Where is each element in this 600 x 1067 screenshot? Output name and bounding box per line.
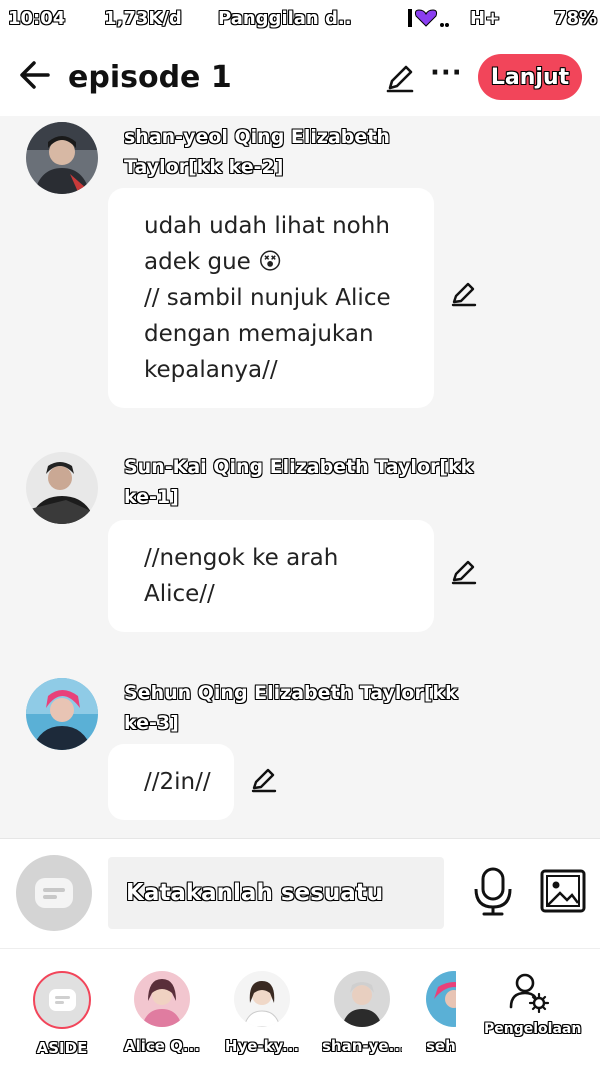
character-label: seh <box>426 1037 456 1055</box>
message-line: dengan memajukan <box>144 321 374 347</box>
more-options-icon[interactable]: ··· <box>430 58 463 88</box>
character-sehun[interactable]: seh <box>426 971 456 1055</box>
microphone-icon[interactable] <box>472 867 514 917</box>
status-bar: 10:04 1,73K/d Panggilan d.. H+ 78% <box>0 0 600 40</box>
page-title: episode 1 <box>68 60 232 95</box>
message-line: adek gue 😵 <box>144 249 283 275</box>
avatar <box>134 971 190 1027</box>
message-bubble[interactable]: //nengok ke arah Alice// <box>108 520 434 632</box>
status-network: H+ <box>470 8 501 29</box>
message-line: //nengok ke arah <box>144 545 339 571</box>
message-bubble[interactable]: udah udah lihat nohh adek gue 😵 // sambi… <box>108 188 434 408</box>
message-line: // sambil nunjuk Alice <box>144 285 391 311</box>
avatar <box>426 971 456 1027</box>
avatar <box>334 971 390 1027</box>
message-bubble[interactable]: //2in// <box>108 744 234 820</box>
user-settings-icon <box>484 971 574 1017</box>
character-strip: ASIDE Alice Q... Hye-ky... shan-ye... se… <box>0 948 600 1067</box>
aside-icon <box>35 878 73 908</box>
avatar[interactable] <box>26 452 98 524</box>
message-line: kepalanya// <box>144 357 278 383</box>
character-label: shan-ye... <box>322 1037 402 1055</box>
status-speed: 1,73K/d <box>104 8 182 29</box>
edit-message-icon[interactable] <box>250 766 278 794</box>
top-bar: episode 1 ··· Lanjut <box>0 40 600 116</box>
avatar[interactable] <box>26 678 98 750</box>
back-arrow-icon[interactable] <box>18 58 52 92</box>
message-line: udah udah lihat nohh <box>144 213 390 239</box>
message-input-bar: Katakanlah sesuatu <box>0 838 600 948</box>
message-line: Alice// <box>144 581 215 607</box>
character-aside[interactable]: ASIDE <box>22 971 102 1057</box>
character-name: Sehun Qing Elizabeth Taylor[kk ke-3] <box>124 682 458 734</box>
continue-button[interactable]: Lanjut <box>478 54 582 100</box>
character-label: Alice Q... <box>123 1037 201 1055</box>
status-time: 10:04 <box>8 8 66 29</box>
avatar <box>234 971 290 1027</box>
aside-icon <box>33 971 91 1029</box>
character-shan-yeol[interactable]: shan-ye... <box>322 971 402 1055</box>
character-label: Hye-ky... <box>224 1037 300 1055</box>
chat-list: shan-yeol Qing Elizabeth Taylor[kk ke-2]… <box>0 116 600 838</box>
message-line: //2in// <box>144 769 211 795</box>
manage-label: Pengelolaan <box>484 1021 582 1037</box>
avatar[interactable] <box>26 122 98 194</box>
status-battery: 78% <box>554 8 598 29</box>
edit-message-icon[interactable] <box>450 280 478 308</box>
aside-toggle-button[interactable] <box>16 855 92 931</box>
edit-message-icon[interactable] <box>450 558 478 586</box>
manage-button[interactable]: Pengelolaan <box>484 971 582 1037</box>
status-notification: Panggilan d.. <box>218 8 352 29</box>
image-icon[interactable] <box>540 869 586 913</box>
message-input[interactable]: Katakanlah sesuatu <box>108 857 444 929</box>
heart-icon <box>406 6 450 35</box>
message-input-placeholder: Katakanlah sesuatu <box>126 880 384 906</box>
character-label: ASIDE <box>36 1039 88 1057</box>
character-hye-kyo[interactable]: Hye-ky... <box>222 971 302 1055</box>
character-name: shan-yeol Qing Elizabeth Taylor[kk ke-2] <box>124 126 390 178</box>
character-alice[interactable]: Alice Q... <box>122 971 202 1055</box>
edit-icon[interactable] <box>384 62 416 94</box>
character-name: Sun-Kai Qing Elizabeth Taylor[kk ke-1] <box>124 456 474 508</box>
